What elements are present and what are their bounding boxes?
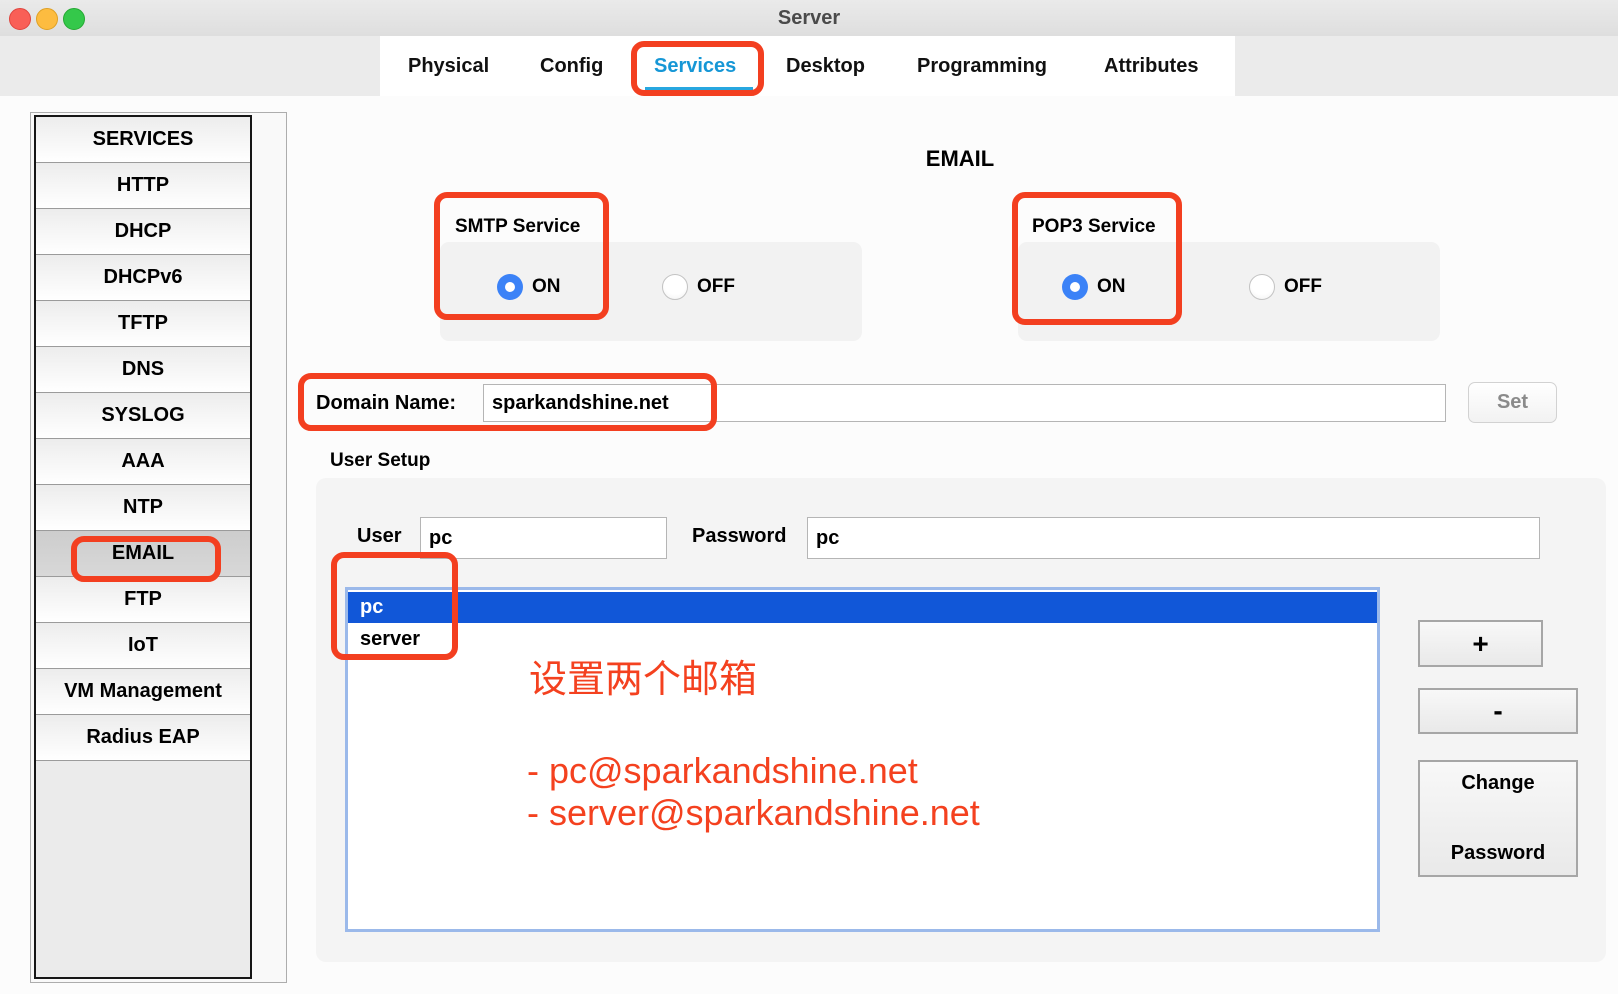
tab-config[interactable]: Config [540,36,603,96]
user-list: pc server [345,587,1380,932]
sidebar-item-tftp[interactable]: TFTP [36,301,250,347]
tab-programming[interactable]: Programming [917,36,1047,96]
page-title: EMAIL [860,146,1060,172]
change-password-line2: Password [1451,842,1545,865]
list-item-pc[interactable]: pc [348,592,1377,623]
sidebar-item-dhcpv6[interactable]: DHCPv6 [36,255,250,301]
sidebar-item-radius-eap[interactable]: Radius EAP [36,715,250,761]
tab-desktop[interactable]: Desktop [786,36,865,96]
user-label: User [357,525,401,548]
sidebar-item-email[interactable]: EMAIL [36,531,250,577]
services-sidebar: SERVICES HTTP DHCP DHCPv6 TFTP DNS SYSLO… [34,115,252,979]
server-window: Server Physical Config Services Desktop … [0,0,1618,994]
password-input[interactable] [807,517,1540,559]
pop3-off-label: OFF [1284,274,1322,300]
change-password-button[interactable]: Change Password [1418,760,1578,877]
change-password-line1: Change [1461,772,1534,795]
tab-strip: Physical Config Services Desktop Program… [0,36,1618,96]
pop3-on-radio[interactable] [1062,274,1088,300]
services-sidebar-container: SERVICES HTTP DHCP DHCPv6 TFTP DNS SYSLO… [30,112,287,983]
list-item-server[interactable]: server [348,623,1377,656]
tab-physical[interactable]: Physical [408,36,489,96]
tab-attributes[interactable]: Attributes [1104,36,1198,96]
domain-name-label: Domain Name: [316,392,456,415]
smtp-on-label: ON [532,274,561,300]
set-button[interactable]: Set [1468,382,1557,423]
title-bar: Server [0,0,1618,37]
user-input[interactable] [420,517,667,559]
password-label: Password [692,525,786,548]
pop3-on-label: ON [1097,274,1126,300]
window-title: Server [0,0,1618,36]
remove-user-button[interactable]: - [1418,688,1578,734]
sidebar-item-dhcp[interactable]: DHCP [36,209,250,255]
sidebar-item-http[interactable]: HTTP [36,163,250,209]
sidebar-item-services[interactable]: SERVICES [36,117,250,163]
active-tab-underline [645,87,753,94]
sidebar-item-ntp[interactable]: NTP [36,485,250,531]
pop3-service-label: POP3 Service [1032,216,1156,238]
smtp-service-label: SMTP Service [455,216,580,238]
sidebar-item-ftp[interactable]: FTP [36,577,250,623]
smtp-off-radio[interactable] [662,274,688,300]
add-user-button[interactable]: + [1418,620,1543,667]
smtp-on-radio[interactable] [497,274,523,300]
sidebar-item-vm-management[interactable]: VM Management [36,669,250,715]
sidebar-item-iot[interactable]: IoT [36,623,250,669]
user-setup-label: User Setup [330,450,430,472]
sidebar-item-dns[interactable]: DNS [36,347,250,393]
domain-name-input[interactable] [483,384,1446,422]
smtp-off-label: OFF [697,274,735,300]
sidebar-item-aaa[interactable]: AAA [36,439,250,485]
pop3-off-radio[interactable] [1249,274,1275,300]
sidebar-item-syslog[interactable]: SYSLOG [36,393,250,439]
